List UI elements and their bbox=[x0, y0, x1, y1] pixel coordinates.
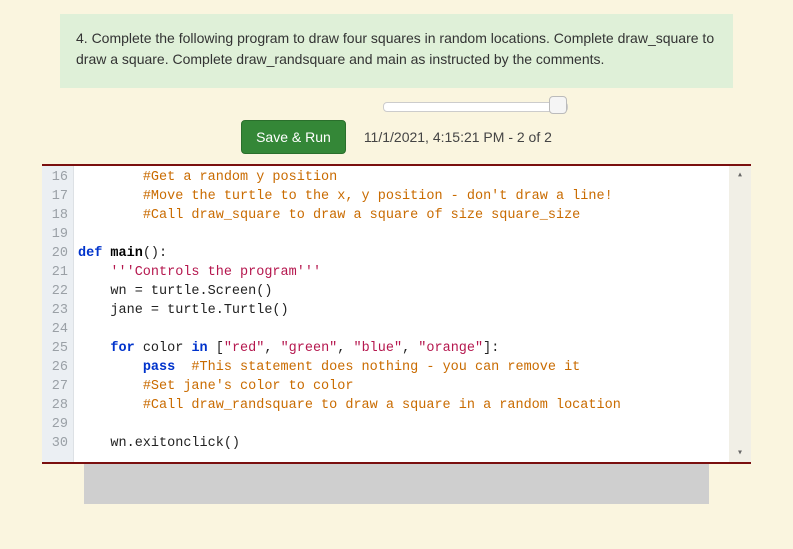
code-line[interactable] bbox=[78, 225, 729, 244]
scroll-up-icon[interactable]: ▴ bbox=[729, 166, 751, 184]
toolbar: Save & Run 11/1/2021, 4:15:21 PM - 2 of … bbox=[0, 100, 793, 154]
line-number: 23 bbox=[42, 301, 70, 320]
line-number: 30 bbox=[42, 434, 70, 453]
line-number: 29 bbox=[42, 415, 70, 434]
line-number: 25 bbox=[42, 339, 70, 358]
line-number: 22 bbox=[42, 282, 70, 301]
line-number: 18 bbox=[42, 206, 70, 225]
history-slider[interactable] bbox=[383, 102, 568, 112]
scroll-down-icon[interactable]: ▾ bbox=[729, 444, 751, 462]
code-line[interactable]: for color in ["red", "green", "blue", "o… bbox=[78, 339, 729, 358]
line-number: 21 bbox=[42, 263, 70, 282]
status-text: 11/1/2021, 4:15:21 PM - 2 of 2 bbox=[364, 129, 552, 145]
line-number: 17 bbox=[42, 187, 70, 206]
code-line[interactable]: jane = turtle.Turtle() bbox=[78, 301, 729, 320]
instruction-text: 4. Complete the following program to dra… bbox=[76, 30, 714, 67]
button-row: Save & Run 11/1/2021, 4:15:21 PM - 2 of … bbox=[241, 120, 552, 154]
code-line[interactable] bbox=[78, 415, 729, 434]
code-line[interactable]: def main(): bbox=[78, 244, 729, 263]
code-area[interactable]: #Get a random y position #Move the turtl… bbox=[74, 166, 729, 462]
code-line[interactable]: wn = turtle.Screen() bbox=[78, 282, 729, 301]
code-line[interactable] bbox=[78, 320, 729, 339]
code-line[interactable]: #Move the turtle to the x, y position - … bbox=[78, 187, 729, 206]
instruction-box: 4. Complete the following program to dra… bbox=[60, 14, 733, 88]
code-line[interactable]: '''Controls the program''' bbox=[78, 263, 729, 282]
line-number: 27 bbox=[42, 377, 70, 396]
code-line[interactable]: #Get a random y position bbox=[78, 168, 729, 187]
line-number: 28 bbox=[42, 396, 70, 415]
line-number: 19 bbox=[42, 225, 70, 244]
scrollbar-vertical[interactable]: ▴ ▾ bbox=[729, 166, 751, 462]
output-area bbox=[84, 464, 709, 504]
line-number: 24 bbox=[42, 320, 70, 339]
code-editor[interactable]: 161718192021222324252627282930 #Get a ra… bbox=[42, 164, 751, 464]
save-run-button[interactable]: Save & Run bbox=[241, 120, 346, 154]
page: 4. Complete the following program to dra… bbox=[0, 0, 793, 549]
line-number: 26 bbox=[42, 358, 70, 377]
slider-row bbox=[0, 100, 793, 120]
code-line[interactable]: #Call draw_square to draw a square of si… bbox=[78, 206, 729, 225]
line-gutter: 161718192021222324252627282930 bbox=[42, 166, 74, 462]
code-line[interactable]: wn.exitonclick() bbox=[78, 434, 729, 453]
line-number: 20 bbox=[42, 244, 70, 263]
code-line[interactable]: #Set jane's color to color bbox=[78, 377, 729, 396]
code-line[interactable]: #Call draw_randsquare to draw a square i… bbox=[78, 396, 729, 415]
line-number: 16 bbox=[42, 168, 70, 187]
editor-wrap: 161718192021222324252627282930 #Get a ra… bbox=[42, 164, 751, 504]
code-line[interactable]: pass #This statement does nothing - you … bbox=[78, 358, 729, 377]
